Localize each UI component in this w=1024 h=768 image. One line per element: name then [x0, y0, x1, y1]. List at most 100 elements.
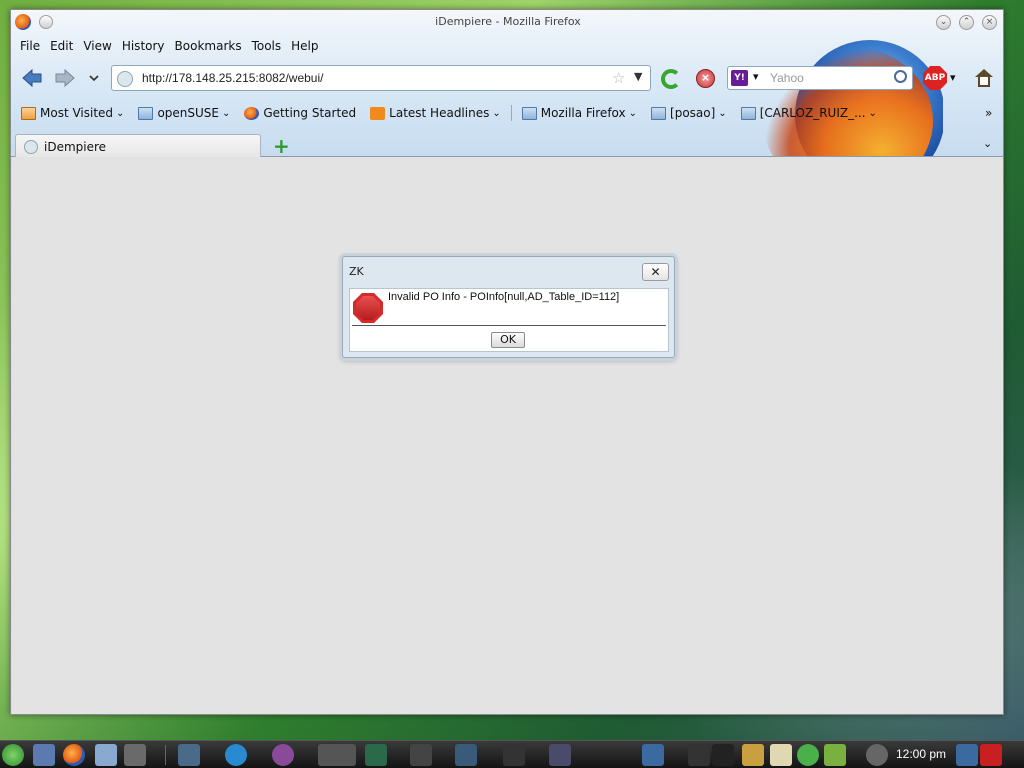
firefox-window: iDempiere - Mozilla Firefox ⌄ ⌃ × File E…	[10, 9, 1004, 715]
lock-screen-icon[interactable]	[956, 744, 978, 766]
bookmarks-toolbar: Most Visited ⌄ openSUSE ⌄ Getting Starte…	[17, 100, 887, 126]
tab-list-chevron-icon[interactable]: ⌄	[983, 137, 992, 150]
pgadmin-icon[interactable]	[178, 744, 200, 766]
chat-icon[interactable]	[225, 744, 247, 766]
menubar: File Edit View History Bookmarks Tools H…	[15, 37, 324, 55]
menu-edit[interactable]: Edit	[45, 37, 78, 55]
reload-icon[interactable]	[661, 69, 681, 89]
new-tab-plus-icon[interactable]: +	[273, 134, 290, 158]
bookmark-label: openSUSE	[157, 106, 219, 120]
site-identity-icon[interactable]	[117, 71, 133, 87]
updates-check-icon[interactable]	[797, 744, 819, 766]
navigation-toolbar: ☆ ▼ × Y! ▾ ABP ▾	[11, 62, 1003, 94]
folder-icon	[21, 106, 36, 120]
pager-icon[interactable]	[124, 744, 146, 766]
search-bar[interactable]: Y! ▾	[727, 66, 913, 90]
tray-arrow-icon[interactable]	[712, 744, 734, 766]
start-menu-icon[interactable]	[2, 744, 24, 766]
adblock-plus-icon[interactable]: ABP	[923, 66, 947, 90]
search-icon[interactable]	[894, 70, 907, 83]
desktop-switcher-icon[interactable]	[33, 744, 55, 766]
search-engine-selector[interactable]: Y! ▾	[731, 70, 765, 86]
url-bar[interactable]: ☆ ▼	[111, 65, 651, 91]
menu-history[interactable]: History	[117, 37, 170, 55]
stop-icon[interactable]: ×	[696, 69, 715, 88]
rss-icon	[370, 106, 386, 120]
bookmark-latest-headlines[interactable]: Latest Headlines ⌄	[366, 106, 505, 120]
display-settings-icon[interactable]	[642, 744, 664, 766]
menu-tools[interactable]: Tools	[247, 37, 287, 55]
bookmark-getting-started[interactable]: Getting Started	[240, 106, 360, 120]
firefox-icon	[244, 106, 260, 120]
dialog-title: ZK	[349, 265, 364, 278]
bookmark-label: Latest Headlines	[389, 106, 490, 120]
bookmark-posao[interactable]: [posao] ⌄	[647, 106, 731, 120]
dialog-close-button[interactable]: ✕	[642, 263, 669, 281]
firefox-launcher-icon[interactable]	[63, 744, 85, 766]
terminal-task-icon[interactable]	[365, 744, 387, 766]
error-dialog: ZK ✕ Invalid PO Info - POInfo[null,AD_Ta…	[342, 256, 675, 358]
bookmark-label: Getting Started	[263, 106, 357, 120]
menu-view[interactable]: View	[78, 37, 116, 55]
chevron-down-icon: ⌄	[492, 107, 501, 119]
bookmark-star-icon[interactable]: ☆	[612, 69, 625, 87]
menu-help[interactable]: Help	[286, 37, 323, 55]
home-icon[interactable]	[975, 69, 993, 87]
menu-bookmarks[interactable]: Bookmarks	[170, 37, 247, 55]
history-dropdown-icon[interactable]	[87, 68, 101, 88]
window-task-icon[interactable]	[410, 744, 432, 766]
bookmark-label: Most Visited	[40, 106, 114, 120]
bookmark-opensuse[interactable]: openSUSE ⌄	[134, 106, 234, 120]
chevron-down-icon: ⌄	[718, 107, 727, 119]
volume-icon[interactable]	[742, 744, 764, 766]
folder-icon	[651, 106, 667, 120]
site-favicon-icon	[24, 140, 38, 154]
bookmark-carloz-ruiz[interactable]: [CARLOZ_RUIZ_... ⌄	[737, 106, 881, 120]
tab-idempiere[interactable]: iDempiere	[15, 134, 261, 158]
tab-label: iDempiere	[44, 140, 107, 154]
document-task-icon[interactable]	[455, 744, 477, 766]
maximize-button[interactable]: ⌃	[959, 15, 974, 30]
chevron-down-icon: ⌄	[868, 107, 877, 119]
window-titlebar[interactable]: iDempiere - Mozilla Firefox ⌄ ⌃ ×	[11, 10, 1003, 34]
menu-file[interactable]: File	[15, 37, 45, 55]
dialog-message: Invalid PO Info - POInfo[null,AD_Table_I…	[388, 291, 620, 303]
bookmark-most-visited[interactable]: Most Visited ⌄	[17, 106, 128, 120]
bookmark-label: [CARLOZ_RUIZ_...	[759, 106, 866, 120]
firefox-task-button[interactable]	[318, 744, 356, 766]
dialog-divider	[352, 325, 666, 326]
chevron-down-icon: ▾	[753, 70, 759, 83]
battery-icon[interactable]	[824, 744, 846, 766]
window-title: iDempiere - Mozilla Firefox	[435, 15, 581, 28]
search-input[interactable]	[768, 70, 888, 86]
file-manager-icon[interactable]	[95, 744, 117, 766]
ok-button[interactable]: OK	[491, 332, 525, 348]
taskbar-separator	[165, 745, 166, 765]
adblock-dropdown-icon[interactable]: ▾	[950, 71, 956, 84]
minimize-button[interactable]: ⌄	[936, 15, 951, 30]
back-arrow-icon[interactable]	[21, 68, 43, 88]
close-window-button[interactable]: ×	[982, 15, 997, 30]
info-icon[interactable]	[866, 744, 888, 766]
bookmark-mozilla-firefox[interactable]: Mozilla Firefox ⌄	[518, 106, 641, 120]
clipboard-icon[interactable]	[770, 744, 792, 766]
taskbar-clock[interactable]: 12:00 pm	[896, 747, 946, 761]
screenshot-task-icon[interactable]	[549, 744, 571, 766]
yahoo-icon: Y!	[731, 70, 748, 86]
bookmarks-overflow-button[interactable]: »	[985, 106, 992, 120]
taskbar: 12:00 pm	[0, 740, 1024, 768]
url-dropdown-icon[interactable]: ▼	[634, 70, 642, 83]
eye-icon[interactable]	[272, 744, 294, 766]
forward-arrow-icon[interactable]	[54, 68, 76, 88]
folder-icon	[740, 106, 756, 120]
url-input[interactable]	[140, 69, 600, 87]
power-icon[interactable]	[980, 744, 1002, 766]
stop-sign-icon	[353, 293, 383, 323]
chevron-down-icon: ⌄	[628, 107, 638, 119]
bookmark-label: Mozilla Firefox	[540, 106, 626, 120]
network-icon[interactable]	[688, 744, 710, 766]
chevron-down-icon: ⌄	[116, 107, 125, 119]
bookmark-separator	[510, 105, 512, 121]
console-task-icon[interactable]	[503, 744, 525, 766]
dialog-body: Invalid PO Info - POInfo[null,AD_Table_I…	[349, 288, 669, 352]
